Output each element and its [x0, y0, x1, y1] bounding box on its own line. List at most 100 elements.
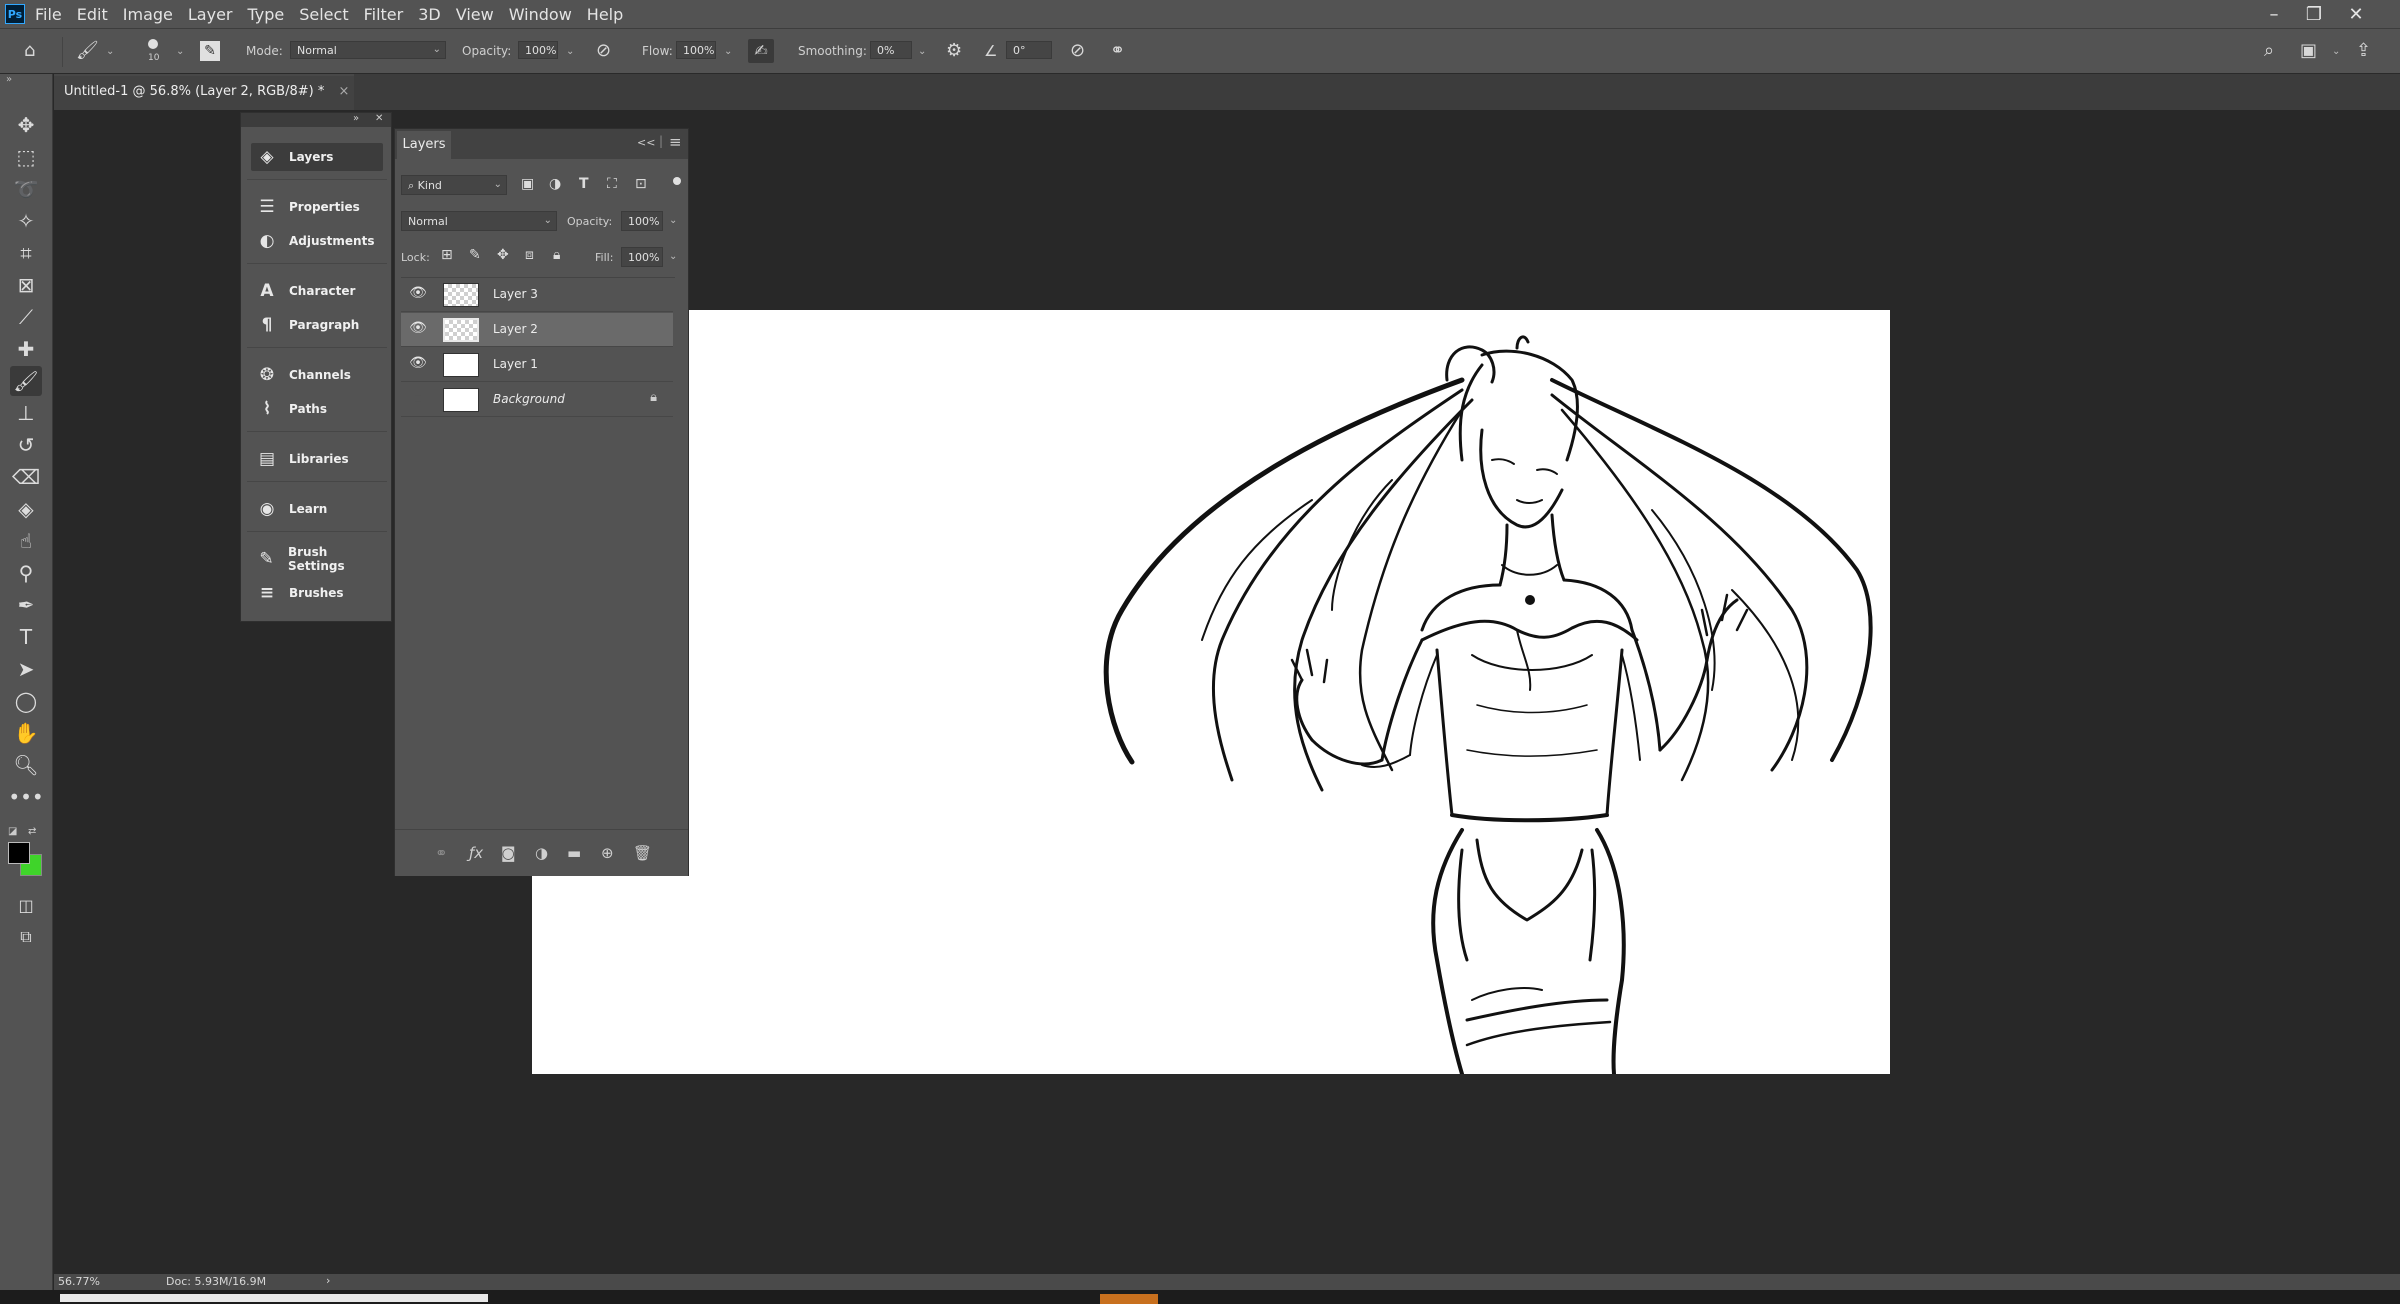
- dock-item-brush-settings[interactable]: ✎ Brush Settings: [251, 545, 383, 573]
- pressure-opacity-icon[interactable]: ⊘: [596, 40, 611, 61]
- lock-position-icon[interactable]: ✥: [497, 247, 509, 263]
- layer-fill-field[interactable]: 100%: [621, 247, 663, 267]
- fill-chevron-icon[interactable]: ⌄: [669, 251, 677, 262]
- quick-mask-icon[interactable]: ◫: [10, 890, 42, 920]
- opacity-field[interactable]: 100%: [518, 41, 558, 59]
- menu-select[interactable]: Select: [299, 5, 348, 24]
- flow-field[interactable]: 100%: [676, 41, 716, 59]
- dock-item-channels[interactable]: ❂ Channels: [251, 361, 383, 389]
- lasso-tool-icon[interactable]: ➰: [10, 174, 42, 204]
- new-group-icon[interactable]: ▬: [567, 844, 581, 862]
- opacity-chevron-icon[interactable]: ⌄: [669, 215, 677, 226]
- filter-kind-select[interactable]: ⌕ Kind ⌄: [401, 175, 507, 195]
- path-selection-tool-icon[interactable]: ➤: [10, 654, 42, 684]
- menu-edit[interactable]: Edit: [77, 5, 108, 24]
- type-tool-icon[interactable]: T: [10, 622, 42, 652]
- lock-artboard-icon[interactable]: ⧈: [525, 247, 534, 263]
- symmetry-icon[interactable]: ⚭: [1110, 40, 1125, 61]
- panel-collapse-icon[interactable]: <<: [637, 136, 655, 149]
- blend-mode-select[interactable]: Normal ⌄: [401, 211, 557, 231]
- menu-view[interactable]: View: [456, 5, 494, 24]
- eye-icon[interactable]: 👁︎: [409, 355, 427, 371]
- healing-brush-tool-icon[interactable]: ✚: [10, 334, 42, 364]
- dock-item-libraries[interactable]: ▤ Libraries: [251, 445, 383, 473]
- filter-shape-icon[interactable]: ⛶: [607, 176, 617, 192]
- move-tool-icon[interactable]: ✥: [10, 110, 42, 140]
- zoom-level[interactable]: 56.77%: [58, 1275, 100, 1288]
- brush-picker-chevron-icon[interactable]: ⌄: [176, 46, 184, 57]
- lock-image-icon[interactable]: ✎: [469, 247, 481, 263]
- search-icon[interactable]: ⌕: [2264, 40, 2274, 61]
- document-tab-close-icon[interactable]: ×: [338, 84, 349, 99]
- status-menu-arrow-icon[interactable]: ›: [326, 1274, 330, 1287]
- airbrush-icon[interactable]: ✍︎: [748, 39, 774, 63]
- dock-collapse-icon[interactable]: »: [353, 113, 359, 124]
- filter-type-icon[interactable]: T: [579, 176, 589, 192]
- workspace-icon[interactable]: ▣: [2300, 40, 2317, 61]
- menu-filter[interactable]: Filter: [364, 5, 404, 24]
- eye-icon[interactable]: 👁︎: [409, 320, 427, 336]
- zoom-tool-icon[interactable]: 🔍︎: [10, 750, 42, 780]
- dodge-tool-icon[interactable]: ⚲: [10, 558, 42, 588]
- menu-image[interactable]: Image: [123, 5, 173, 24]
- dock-item-learn[interactable]: ◉ Learn: [251, 495, 383, 523]
- foreground-color-swatch[interactable]: [8, 842, 30, 864]
- brush-tool-preset-icon[interactable]: 🖌︎: [76, 40, 99, 61]
- default-colors-icon[interactable]: ◪: [8, 826, 17, 837]
- menu-help[interactable]: Help: [587, 5, 623, 24]
- eraser-tool-icon[interactable]: ⌫: [10, 462, 42, 492]
- delete-layer-icon[interactable]: 🗑︎: [633, 844, 652, 862]
- menu-layer[interactable]: Layer: [188, 5, 233, 24]
- adjustment-layer-icon[interactable]: ◑: [535, 844, 548, 862]
- gear-icon[interactable]: ⚙: [946, 40, 962, 61]
- dock-item-brushes[interactable]: ≡ Brushes: [251, 579, 383, 607]
- dock-item-paragraph[interactable]: ¶ Paragraph: [251, 311, 383, 339]
- swap-colors-icon[interactable]: ⇄: [28, 826, 36, 837]
- mode-select[interactable]: Normal ⌄: [290, 41, 446, 59]
- clone-stamp-tool-icon[interactable]: ⊥: [10, 398, 42, 428]
- more-tools-icon[interactable]: •••: [8, 782, 43, 812]
- taskbar-active-app[interactable]: [1100, 1294, 1158, 1304]
- dock-item-paths[interactable]: ⌇ Paths: [251, 395, 383, 423]
- fx-icon[interactable]: ƒx: [469, 844, 483, 862]
- link-layers-icon[interactable]: ⚭: [435, 844, 448, 862]
- history-brush-tool-icon[interactable]: ↺: [10, 430, 42, 460]
- smudge-tool-icon[interactable]: ☝: [10, 526, 42, 556]
- menu-window[interactable]: Window: [509, 5, 572, 24]
- dock-item-character[interactable]: A Character: [251, 277, 383, 305]
- screen-mode-icon[interactable]: ⧉: [10, 922, 42, 952]
- marquee-tool-icon[interactable]: ⬚: [10, 142, 42, 172]
- workspace-chevron-icon[interactable]: ⌄: [2332, 46, 2340, 57]
- flow-chevron-icon[interactable]: ⌄: [724, 46, 732, 57]
- hand-tool-icon[interactable]: ✋: [10, 718, 42, 748]
- eyedropper-tool-icon[interactable]: ⟋: [10, 302, 42, 332]
- paint-bucket-tool-icon[interactable]: ◈: [10, 494, 42, 524]
- pressure-size-icon[interactable]: ⊘: [1070, 40, 1085, 61]
- layer-opacity-field[interactable]: 100%: [621, 211, 663, 231]
- filter-adjustment-icon[interactable]: ◑: [549, 176, 561, 192]
- lock-all-icon[interactable]: 🔒︎: [553, 247, 560, 263]
- new-layer-icon[interactable]: ⊕: [601, 844, 614, 862]
- dock-item-layers[interactable]: ◈ Layers: [251, 143, 383, 171]
- ellipse-tool-icon[interactable]: ◯: [10, 686, 42, 716]
- eye-icon[interactable]: 👁︎: [409, 285, 427, 301]
- minimize-button[interactable]: –: [2256, 0, 2292, 28]
- menu-file[interactable]: File: [35, 5, 62, 24]
- layer-row-background[interactable]: ▫ Background 🔒︎: [401, 383, 673, 417]
- home-icon[interactable]: ⌂: [24, 40, 35, 61]
- document-canvas[interactable]: [532, 310, 1890, 1074]
- crop-tool-icon[interactable]: ⌗: [10, 238, 42, 268]
- opacity-chevron-icon[interactable]: ⌄: [566, 46, 574, 57]
- brush-tool-icon[interactable]: 🖌︎: [10, 366, 42, 396]
- smoothing-chevron-icon[interactable]: ⌄: [918, 46, 926, 57]
- share-icon[interactable]: ⇪: [2356, 40, 2371, 61]
- layer-row-layer-1[interactable]: 👁︎ Layer 1: [401, 348, 673, 382]
- pen-tool-icon[interactable]: ✒: [10, 590, 42, 620]
- tab-layers[interactable]: Layers: [397, 131, 451, 159]
- smoothing-field[interactable]: 0%: [870, 41, 912, 59]
- lock-transparent-icon[interactable]: ⊞: [441, 247, 453, 263]
- lock-icon[interactable]: 🔒︎: [650, 390, 657, 405]
- dock-item-adjustments[interactable]: ◐ Adjustments: [251, 227, 383, 255]
- angle-field[interactable]: 0°: [1006, 41, 1052, 59]
- panel-menu-icon[interactable]: ≡: [669, 133, 682, 151]
